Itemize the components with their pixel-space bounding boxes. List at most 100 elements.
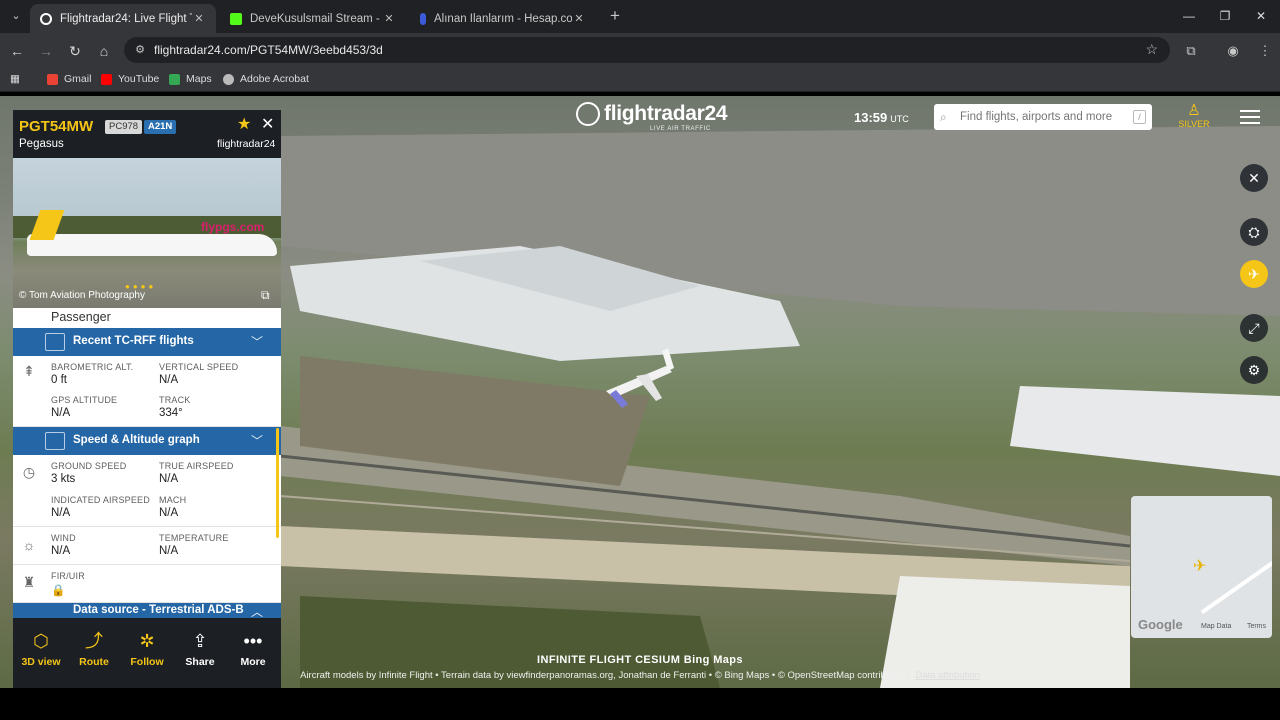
field-value: N/A bbox=[159, 507, 179, 519]
forward-icon[interactable]: → bbox=[37, 42, 55, 60]
aircraft-photo[interactable]: flypgs.com ●●●● © Tom Aviation Photograp… bbox=[13, 158, 281, 308]
photo-livery-text: flypgs.com bbox=[201, 220, 265, 234]
vertical-speed: VERTICAL SPEED N/A bbox=[159, 362, 238, 386]
new-tab-icon[interactable]: + bbox=[606, 7, 624, 25]
url-text[interactable]: flightradar24.com/PGT54MW/3eebd453/3d bbox=[154, 43, 383, 57]
data-attribution-link[interactable]: Data attribution bbox=[915, 670, 979, 681]
more-icon: ••• bbox=[243, 631, 263, 651]
settings-icon[interactable]: ⚙ bbox=[1240, 356, 1268, 384]
nav-label: More bbox=[240, 656, 266, 668]
section-title: Recent TC-RFF flights bbox=[73, 335, 194, 347]
field-label: FIR/UIR bbox=[51, 571, 85, 581]
site-info-icon[interactable]: ⚙ bbox=[133, 43, 147, 57]
reload-icon[interactable]: ↻ bbox=[66, 42, 84, 60]
search-input[interactable] bbox=[960, 111, 1133, 123]
terms-link[interactable]: Terms bbox=[1247, 623, 1266, 630]
nav-label: Route bbox=[79, 656, 109, 668]
tower-icon: ♜ bbox=[22, 574, 36, 590]
gmail-icon bbox=[47, 73, 58, 85]
account-button[interactable]: ♙ SILVER bbox=[1176, 102, 1212, 130]
section-title: Data source - Terrestrial ADS-B bbox=[73, 604, 244, 616]
weather-icon: ☼ bbox=[22, 537, 36, 553]
attribution-text: Aircraft models by Infinite Flight • Ter… bbox=[300, 670, 913, 681]
aircraft-type-badge[interactable]: A21N bbox=[144, 120, 177, 134]
bookmark-star-icon[interactable]: ☆ bbox=[1145, 41, 1158, 58]
bookmark-gmail[interactable]: Gmail bbox=[47, 73, 91, 85]
airline-name[interactable]: Pegasus bbox=[19, 138, 64, 150]
minimize-icon[interactable]: — bbox=[1180, 8, 1198, 24]
tab-hesap[interactable]: Alınan İlanlarım - Hesap.com.tr ✕ bbox=[410, 4, 596, 33]
profile-icon[interactable]: ◉ bbox=[1224, 42, 1242, 60]
tab-flightradar[interactable]: Flightradar24: Live Flight Track ✕ bbox=[30, 4, 216, 33]
graph-icon bbox=[45, 432, 65, 450]
field-label: INDICATED AIRSPEED bbox=[51, 495, 150, 505]
follow-icon: ✲ bbox=[139, 631, 155, 651]
altitude-block: ⇞ BAROMETRIC ALT. 0 ft VERTICAL SPEED N/… bbox=[13, 356, 281, 427]
more-button[interactable]: ••• More bbox=[227, 630, 279, 668]
tab-close-icon[interactable]: ✕ bbox=[192, 12, 206, 25]
airplane-icon[interactable]: ✈ bbox=[1240, 260, 1268, 288]
field-value: N/A bbox=[159, 374, 179, 386]
favorite-star-icon[interactable]: ★ bbox=[237, 114, 251, 134]
field-label: TEMPERATURE bbox=[159, 533, 229, 543]
share-button[interactable]: ⇪ Share bbox=[174, 630, 226, 668]
follow-button[interactable]: ✲ Follow bbox=[121, 630, 173, 668]
back-icon[interactable]: ← bbox=[8, 42, 26, 60]
lock-icon[interactable]: 🔒 bbox=[51, 583, 85, 597]
clock-time: 13:59 bbox=[854, 110, 888, 125]
tab-search-icon[interactable]: ⌄ bbox=[6, 6, 26, 26]
route-icon: ⤴ bbox=[85, 631, 103, 651]
extensions-icon[interactable]: ⧉ bbox=[1182, 42, 1200, 60]
field-label: WIND bbox=[51, 533, 76, 543]
address-bar[interactable]: ⚙ flightradar24.com/PGT54MW/3eebd453/3d … bbox=[124, 37, 1170, 63]
field-label: TRUE AIRSPEED bbox=[159, 461, 234, 471]
route-button[interactable]: ⤴ Route bbox=[68, 630, 120, 668]
tab-close-icon[interactable]: ✕ bbox=[382, 12, 396, 25]
logo-subtitle: LIVE AIR TRAFFIC bbox=[650, 126, 711, 132]
speed-graph-section[interactable]: Speed & Altitude graph ﹀ bbox=[13, 427, 281, 455]
apps-icon[interactable]: ▦ bbox=[10, 73, 20, 85]
restore-icon[interactable]: ❐ bbox=[1216, 8, 1234, 24]
panel-scrollbar[interactable] bbox=[276, 428, 279, 538]
recent-flights-section[interactable]: Recent TC-RFF flights ﹀ bbox=[13, 328, 281, 356]
tab-title: DeveKusulsmail Stream - Watch bbox=[250, 12, 382, 25]
minimap-road bbox=[1200, 541, 1272, 615]
barometric-altitude: BAROMETRIC ALT. 0 ft bbox=[51, 362, 133, 386]
main-menu-icon[interactable] bbox=[1240, 110, 1260, 124]
category-row: Passenger bbox=[13, 308, 281, 328]
flight-header: PGT54MW PC978 A21N Pegasus ★ ✕ flightrad… bbox=[13, 110, 281, 158]
binoculars-icon[interactable]: ⛭ bbox=[1240, 218, 1268, 246]
field-value: N/A bbox=[51, 507, 71, 519]
section-title: Speed & Altitude graph bbox=[73, 434, 200, 446]
category-value: Passenger bbox=[51, 310, 111, 324]
field-label: GROUND SPEED bbox=[51, 461, 127, 471]
bookmark-acrobat[interactable]: Adobe Acrobat bbox=[223, 73, 309, 85]
close-window-icon[interactable]: ✕ bbox=[1252, 8, 1270, 24]
bookmarks-bar: ▦ Gmail YouTube Maps Adobe Acrobat bbox=[0, 68, 1280, 92]
bookmark-youtube[interactable]: YouTube bbox=[101, 73, 159, 85]
close-3d-icon[interactable]: ✕ bbox=[1240, 164, 1268, 192]
data-source-section[interactable]: Data source - Terrestrial ADS-B ︿ bbox=[13, 603, 281, 618]
nav-label: Follow bbox=[130, 656, 164, 668]
field-value: N/A bbox=[51, 407, 71, 419]
tab-close-icon[interactable]: ✕ bbox=[572, 12, 586, 25]
3d-view-button[interactable]: ⬡ 3D view bbox=[15, 630, 67, 668]
flight-search[interactable]: ⌕ / bbox=[934, 104, 1152, 130]
flightradar-logo[interactable]: flightradar24 LIVE AIR TRAFFIC bbox=[576, 102, 728, 132]
home-icon[interactable]: ⌂ bbox=[95, 42, 113, 60]
google-logo: Google bbox=[1138, 617, 1183, 632]
field-value: N/A bbox=[159, 545, 179, 557]
flightradar-favicon-icon bbox=[40, 12, 52, 25]
close-panel-icon[interactable]: ✕ bbox=[261, 114, 274, 134]
photo-credit[interactable]: © Tom Aviation Photography bbox=[19, 290, 145, 301]
browser-menu-icon[interactable]: ⋮ bbox=[1256, 42, 1274, 60]
bookmark-maps[interactable]: Maps bbox=[169, 73, 212, 85]
user-icon: ♙ bbox=[1187, 102, 1201, 119]
fullscreen-icon[interactable]: ⤢ bbox=[1240, 314, 1268, 342]
panel-action-bar: ⬡ 3D view ⤴ Route ✲ Follow ⇪ Share ••• M… bbox=[13, 618, 281, 688]
tab-kick-stream[interactable]: DeveKusulsmail Stream - Watch ✕ bbox=[220, 4, 406, 33]
external-link-icon[interactable]: ⧉ bbox=[261, 288, 270, 303]
mini-map[interactable]: ✈ Google Map Data Terms bbox=[1131, 496, 1272, 638]
map-data-link[interactable]: Map Data bbox=[1201, 623, 1231, 630]
callsign: PGT54MW bbox=[19, 118, 94, 135]
